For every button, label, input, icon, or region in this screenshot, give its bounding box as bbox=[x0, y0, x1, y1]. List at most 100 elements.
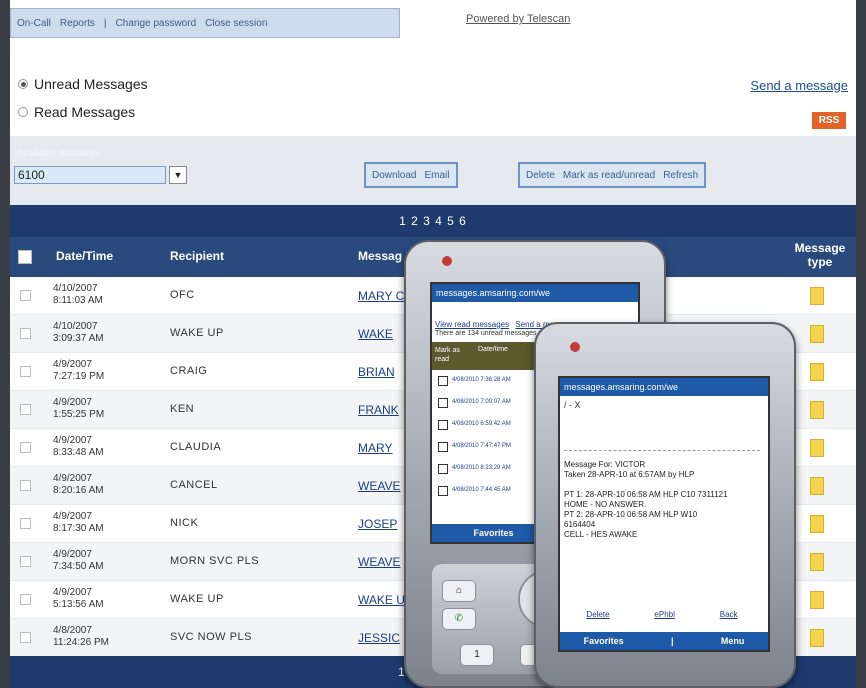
row-date: 4/9/2007 bbox=[53, 511, 92, 522]
phone-led-icon bbox=[442, 256, 452, 266]
unread-radio[interactable] bbox=[18, 79, 28, 89]
row-checkbox[interactable] bbox=[20, 594, 31, 605]
header-message-type[interactable]: Message type bbox=[788, 241, 852, 269]
row-message-link[interactable]: FRANK bbox=[358, 403, 399, 417]
row-message-link[interactable]: WAKE U bbox=[358, 593, 405, 607]
header-recipient[interactable]: Recipient bbox=[170, 249, 224, 263]
nav-reports[interactable]: Reports bbox=[60, 18, 95, 29]
row-date: 4/9/2007 bbox=[53, 549, 92, 560]
row-time: 8:20:16 AM bbox=[53, 485, 104, 496]
screenshot-stage: On-Call Reports | Change password Close … bbox=[0, 0, 866, 688]
phone1-item-date[interactable]: 4/08/2010 7:00:07 AM bbox=[452, 399, 511, 405]
phone1-favorites-softkey[interactable]: Favorites bbox=[473, 524, 513, 542]
row-message-link[interactable]: JESSIC bbox=[358, 631, 400, 645]
nav-separator: | bbox=[103, 17, 107, 29]
row-message-link[interactable]: MARY bbox=[358, 441, 392, 455]
row-checkbox[interactable] bbox=[20, 632, 31, 643]
row-message-link[interactable]: WEAVE bbox=[358, 479, 400, 493]
header-type-line2: type bbox=[807, 255, 833, 269]
read-messages-option[interactable]: Read Messages bbox=[18, 104, 135, 120]
row-message-link[interactable]: JOSEP bbox=[358, 517, 397, 531]
phone1-item-checkbox[interactable] bbox=[438, 420, 448, 430]
smartphone-detail-view: messages.amsaring.com/we / - X Message F… bbox=[534, 322, 796, 688]
refresh-button[interactable]: Refresh bbox=[663, 170, 698, 181]
phone2-body-line: 6164404 bbox=[564, 520, 596, 529]
mark-read-button[interactable]: Mark as read/unread bbox=[563, 170, 655, 181]
rss-button[interactable]: RSS bbox=[812, 112, 846, 129]
download-button[interactable]: Download bbox=[372, 170, 416, 181]
read-label: Read Messages bbox=[34, 104, 136, 120]
phone2-screen: messages.amsaring.com/we / - X Message F… bbox=[558, 376, 770, 652]
nav-on-call[interactable]: On-Call bbox=[17, 18, 51, 29]
row-datetime: 4/9/2007 8:33:48 AM bbox=[53, 435, 104, 459]
message-toolbar: Available accounts 6100 ▼ Download Email… bbox=[10, 136, 856, 205]
phone1-item-checkbox[interactable] bbox=[438, 486, 448, 496]
row-message-link[interactable]: MARY C bbox=[358, 289, 404, 303]
row-date: 4/9/2007 bbox=[53, 435, 92, 446]
phone2-favorites-softkey[interactable]: Favorites bbox=[584, 632, 624, 650]
row-message-link[interactable]: WAKE bbox=[358, 327, 393, 341]
call-icon[interactable]: ✆ bbox=[442, 608, 476, 630]
row-checkbox[interactable] bbox=[20, 290, 31, 301]
accounts-label: Available accounts bbox=[16, 148, 100, 159]
row-checkbox[interactable] bbox=[20, 366, 31, 377]
delete-button[interactable]: Delete bbox=[526, 170, 555, 181]
phone2-menu-softkey[interactable]: Menu bbox=[721, 632, 745, 650]
message-note-icon bbox=[810, 515, 824, 533]
row-message-link[interactable]: WEAVE bbox=[358, 555, 400, 569]
row-datetime: 4/9/2007 7:27:19 PM bbox=[53, 359, 104, 383]
row-checkbox[interactable] bbox=[20, 518, 31, 529]
phone1-item-date[interactable]: 4/08/2010 8:23:29 AM bbox=[452, 465, 511, 471]
phone1-item-date[interactable]: 4/08/2010 7:44:45 AM bbox=[452, 487, 511, 493]
phone2-ephbl-link[interactable]: ePhbl bbox=[654, 610, 674, 619]
row-date: 4/10/2007 bbox=[53, 283, 98, 294]
row-checkbox[interactable] bbox=[20, 480, 31, 491]
phone1-item-checkbox[interactable] bbox=[438, 442, 448, 452]
select-all-checkbox[interactable] bbox=[18, 250, 32, 264]
row-time: 5:13:56 AM bbox=[53, 599, 104, 610]
email-button[interactable]: Email bbox=[424, 170, 449, 181]
row-recipient: CRAIG bbox=[170, 365, 208, 377]
row-checkbox[interactable] bbox=[20, 404, 31, 415]
header-datetime[interactable]: Date/Time bbox=[56, 249, 113, 263]
row-checkbox[interactable] bbox=[20, 442, 31, 453]
phone1-address-bar[interactable]: messages.amsaring.com/we bbox=[432, 284, 638, 302]
message-note-icon bbox=[810, 325, 824, 343]
unread-messages-option[interactable]: Unread Messages bbox=[18, 76, 148, 92]
message-note-icon bbox=[810, 439, 824, 457]
phone2-softkey-separator: | bbox=[671, 636, 674, 646]
read-radio[interactable] bbox=[18, 107, 28, 117]
header-message[interactable]: Messag bbox=[358, 249, 402, 263]
row-datetime: 4/9/2007 8:20:16 AM bbox=[53, 473, 104, 497]
row-checkbox[interactable] bbox=[20, 556, 31, 567]
chevron-down-icon[interactable]: ▼ bbox=[169, 166, 187, 184]
phone2-body-line: Taken 28-APR-10 at 6:57AM by HLP bbox=[564, 470, 695, 479]
powered-by-link[interactable]: Powered by Telescan bbox=[466, 13, 570, 25]
phone2-body-line bbox=[564, 480, 760, 490]
row-time: 1:55:25 PM bbox=[53, 409, 105, 420]
phone2-address-bar[interactable]: messages.amsaring.com/we bbox=[560, 378, 768, 396]
key-1[interactable]: 1 bbox=[460, 644, 494, 666]
phone1-view-read-link[interactable]: View read messages bbox=[435, 320, 509, 329]
message-note-icon bbox=[810, 287, 824, 305]
nav-change-password[interactable]: Change password bbox=[116, 18, 197, 29]
pagination-top[interactable]: 1 2 3 4 5 6 bbox=[10, 205, 856, 237]
phone1-item-checkbox[interactable] bbox=[438, 464, 448, 474]
row-message-link[interactable]: BRIAN bbox=[358, 365, 395, 379]
nav-close-session[interactable]: Close session bbox=[205, 18, 267, 29]
account-select[interactable]: 6100 bbox=[14, 166, 166, 184]
row-datetime: 4/9/2007 5:13:56 AM bbox=[53, 587, 104, 611]
phone1-item-checkbox[interactable] bbox=[438, 376, 448, 386]
phone2-back-link[interactable]: Back bbox=[720, 610, 738, 619]
phone1-item-date[interactable]: 4/08/2010 7:47:47 PM bbox=[452, 443, 511, 449]
row-datetime: 4/9/2007 8:17:30 AM bbox=[53, 511, 104, 535]
home-icon[interactable]: ⌂ bbox=[442, 580, 476, 602]
row-checkbox[interactable] bbox=[20, 328, 31, 339]
send-message-link[interactable]: Send a message bbox=[750, 78, 848, 93]
phone2-delete-link[interactable]: Delete bbox=[586, 610, 609, 619]
phone1-item-date[interactable]: 4/08/2010 7:36:28 AM bbox=[452, 377, 511, 383]
phone1-mark-col: Mark as read bbox=[435, 347, 460, 363]
phone1-item-date[interactable]: 4/08/2010 6:59:42 AM bbox=[452, 421, 511, 427]
phone1-item-checkbox[interactable] bbox=[438, 398, 448, 408]
action-button-group: Delete Mark as read/unread Refresh bbox=[518, 162, 707, 188]
